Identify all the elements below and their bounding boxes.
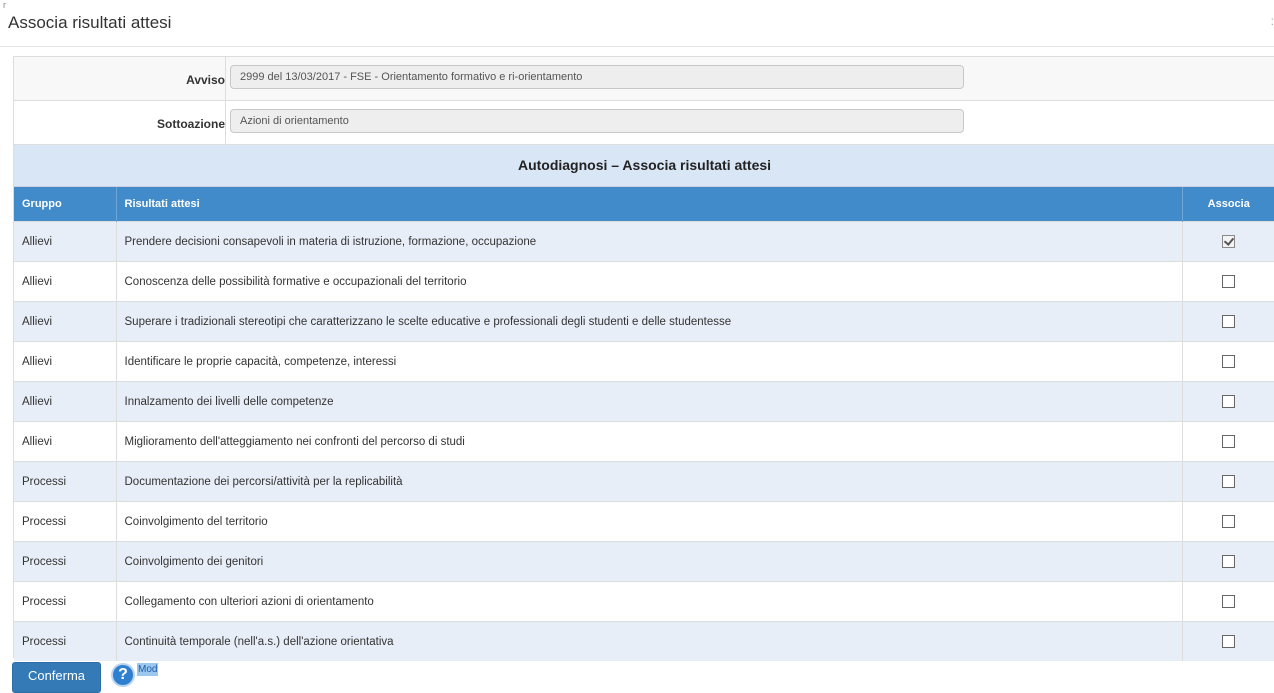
sottoazione-row: Sottoazione Azioni di orientamento bbox=[14, 101, 1274, 145]
help-label[interactable]: Mod bbox=[137, 663, 159, 676]
table-row: Processi Coinvolgimento del territorio bbox=[14, 501, 1274, 542]
cell-associa bbox=[1182, 501, 1274, 542]
cell-associa bbox=[1182, 461, 1274, 502]
associa-checkbox[interactable] bbox=[1222, 395, 1236, 408]
cell-risultato: Conoscenza delle possibilità formative e… bbox=[116, 261, 1183, 302]
cell-gruppo: Allievi bbox=[14, 221, 117, 262]
avviso-label: Avviso bbox=[186, 73, 225, 87]
cell-risultato: Superare i tradizionali stereotipi che c… bbox=[116, 301, 1183, 342]
cell-associa bbox=[1182, 541, 1274, 582]
cell-associa bbox=[1182, 221, 1274, 262]
cell-gruppo: Processi bbox=[14, 581, 117, 622]
table-body: Allievi Prendere decisioni consapevoli in… bbox=[14, 221, 1274, 661]
cell-associa bbox=[1182, 301, 1274, 342]
cell-gruppo: Allievi bbox=[14, 381, 117, 422]
main-panel: Avviso 2999 del 13/03/2017 - FSE - Orien… bbox=[13, 56, 1274, 661]
cell-gruppo: Processi bbox=[14, 461, 117, 502]
cell-associa bbox=[1182, 621, 1274, 661]
cell-gruppo: Allievi bbox=[14, 421, 117, 462]
cell-gruppo: Allievi bbox=[14, 301, 117, 342]
table-row: Allievi Identificare le proprie capacità,… bbox=[14, 341, 1274, 382]
associa-checkbox[interactable] bbox=[1222, 275, 1236, 288]
associa-checkbox[interactable] bbox=[1222, 595, 1236, 608]
cell-gruppo: Processi bbox=[14, 501, 117, 542]
cell-risultato: Coinvolgimento dei genitori bbox=[116, 541, 1183, 582]
associa-checkbox[interactable] bbox=[1222, 435, 1236, 448]
cell-risultato: Coinvolgimento del territorio bbox=[116, 501, 1183, 542]
table-row: Processi Continuità temporale (nell'a.s.)… bbox=[14, 621, 1274, 661]
associa-checkbox[interactable] bbox=[1222, 475, 1236, 488]
cell-associa bbox=[1182, 381, 1274, 422]
table-row: Processi Collegamento con ulteriori azion… bbox=[14, 581, 1274, 622]
cell-risultato: Collegamento con ulteriori azioni di ori… bbox=[116, 581, 1183, 622]
table-row: Allievi Innalzamento dei livelli delle co… bbox=[14, 381, 1274, 422]
associa-checkbox[interactable] bbox=[1222, 555, 1236, 568]
associa-checkbox[interactable] bbox=[1222, 515, 1236, 528]
cell-associa bbox=[1182, 341, 1274, 382]
cell-risultato: Prendere decisioni consapevoli in materi… bbox=[116, 221, 1183, 262]
cell-risultato: Miglioramento dell'atteggiamento nei con… bbox=[116, 421, 1183, 462]
header-gruppo[interactable]: Gruppo bbox=[14, 187, 117, 222]
associa-checkbox[interactable] bbox=[1222, 315, 1236, 328]
confirm-button[interactable]: Conferma bbox=[12, 662, 101, 693]
cell-gruppo: Allievi bbox=[14, 261, 117, 302]
avviso-row: Avviso 2999 del 13/03/2017 - FSE - Orien… bbox=[14, 57, 1274, 101]
avviso-field[interactable]: 2999 del 13/03/2017 - FSE - Orientamento… bbox=[230, 65, 964, 89]
cell-associa bbox=[1182, 421, 1274, 462]
sottoazione-field[interactable]: Azioni di orientamento bbox=[230, 109, 964, 133]
cell-gruppo: Allievi bbox=[14, 341, 117, 382]
help-icon[interactable]: ? bbox=[111, 663, 135, 687]
cell-gruppo: Processi bbox=[14, 621, 117, 661]
divider bbox=[225, 101, 226, 144]
cell-risultato: Innalzamento dei livelli delle competenz… bbox=[116, 381, 1183, 422]
cell-associa bbox=[1182, 581, 1274, 622]
associa-checkbox[interactable] bbox=[1222, 635, 1236, 648]
cell-risultato: Identificare le proprie capacità, compet… bbox=[116, 341, 1183, 382]
page-title: Associa risultati attesi bbox=[8, 13, 172, 32]
results-table: Gruppo Risultati attesi Associa Allievi P… bbox=[14, 187, 1274, 661]
table-row: Allievi Prendere decisioni consapevoli in… bbox=[14, 221, 1274, 262]
header-associa[interactable]: Associa bbox=[1182, 187, 1274, 222]
divider bbox=[225, 57, 226, 100]
table-row: Processi Documentazione dei percorsi/atti… bbox=[14, 461, 1274, 502]
table-row: Allievi Superare i tradizionali stereotip… bbox=[14, 301, 1274, 342]
table-row: Allievi Conoscenza delle possibilità form… bbox=[14, 261, 1274, 302]
cell-associa bbox=[1182, 261, 1274, 302]
table-row: Allievi Miglioramento dell'atteggiamento … bbox=[14, 421, 1274, 462]
cell-gruppo: Processi bbox=[14, 541, 117, 582]
table-row: Processi Coinvolgimento dei genitori bbox=[14, 541, 1274, 582]
associa-checkbox[interactable] bbox=[1222, 235, 1236, 248]
header-risultati-attesi[interactable]: Risultati attesi bbox=[116, 187, 1183, 222]
section-title: Autodiagnosi – Associa risultati attesi bbox=[14, 145, 1274, 187]
close-icon[interactable]: : bbox=[1271, 14, 1274, 28]
title-divider bbox=[0, 46, 1274, 47]
sottoazione-label: Sottoazione bbox=[157, 117, 225, 131]
cell-risultato: Continuità temporale (nell'a.s.) dell'az… bbox=[116, 621, 1183, 661]
table-header-row: Gruppo Risultati attesi Associa bbox=[14, 187, 1274, 222]
associa-checkbox[interactable] bbox=[1222, 355, 1236, 368]
corner-mark: r bbox=[3, 0, 6, 10]
cell-risultato: Documentazione dei percorsi/attività per… bbox=[116, 461, 1183, 502]
